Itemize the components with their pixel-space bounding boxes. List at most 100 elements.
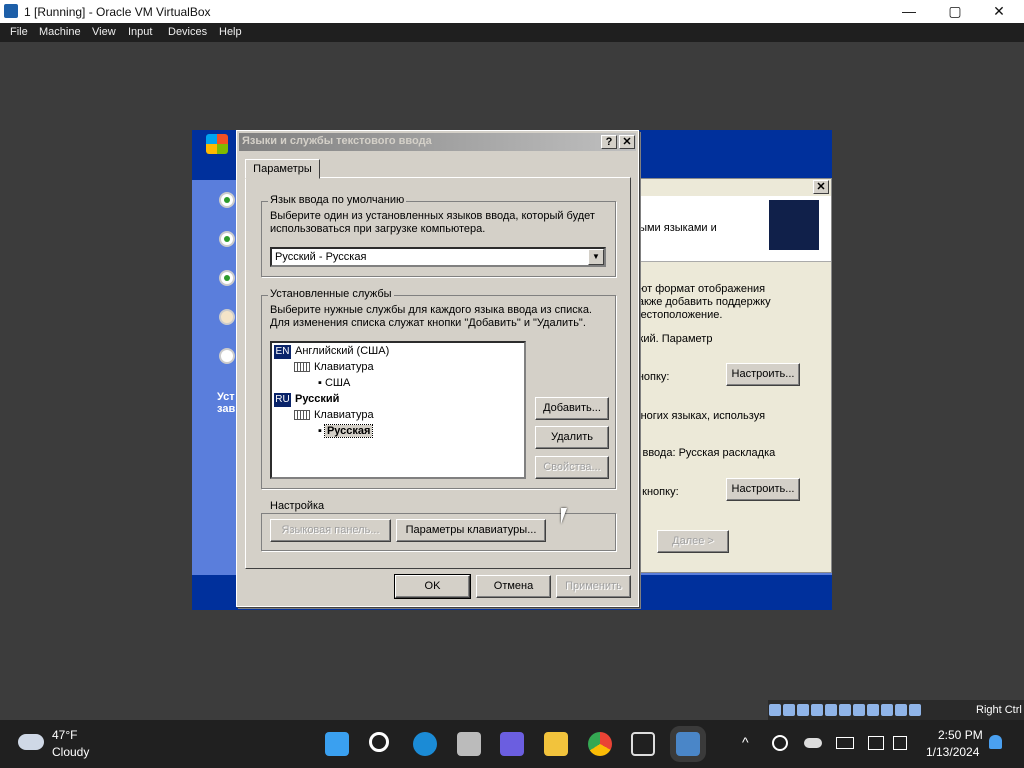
clock-date[interactable]: 1/13/2024 [926,745,979,759]
step-bullet-icon [219,231,235,247]
installed-services-desc: Выберите нужные службы для каждого языка… [270,304,592,316]
installed-services-label: Установленные службы [268,288,394,300]
keyboard-icon[interactable] [836,737,854,749]
menu-view[interactable]: View [92,26,116,38]
shared-folder-icon[interactable] [839,704,851,716]
minimize-button[interactable]: — [886,0,932,23]
weather-condition: Cloudy [52,745,90,759]
host-window-title: 1 [Running] - Oracle VM VirtualBox [24,5,211,19]
default-language-value: Русский - Русская [275,251,367,263]
tray-chevron-icon[interactable]: ^ [742,734,749,750]
onedrive-icon[interactable] [804,738,822,748]
settings-label: Настройка [268,500,327,512]
bg-text: д ввода: Русская раскладка [633,447,776,459]
host-key-label: Right Ctrl [976,704,1022,716]
menu-input[interactable]: Input [128,26,152,38]
bg-header-text: ными языками и [633,222,717,234]
bg-close-icon[interactable]: ✕ [813,180,829,194]
search-icon[interactable] [369,732,389,752]
dialog-titlebar: Языки и службы текстового ввода ? ✕ [239,133,636,151]
lang-ru-icon: RU [274,393,291,407]
file-explorer-icon[interactable] [544,732,568,756]
text-services-dialog: Языки и службы текстового ввода ? ✕ Пара… [236,130,639,607]
keyboard-icon [294,362,310,373]
notification-bell-icon[interactable] [989,735,1002,749]
windows-logo-icon [206,134,228,154]
bg-text: также добавить поддержку [633,296,771,308]
cpu-icon[interactable] [881,704,893,716]
properties-button[interactable]: Свойства... [535,456,609,479]
bg-dialog-header: ными языками и [633,196,831,262]
usb-icon[interactable] [825,704,837,716]
network-icon[interactable] [868,736,884,750]
chrome-icon[interactable] [588,732,612,756]
menu-help[interactable]: Help [219,26,242,38]
display-icon[interactable] [853,704,865,716]
vm-window-taskbar-icon[interactable] [676,732,700,756]
optical-icon[interactable] [783,704,795,716]
maximize-button[interactable]: ▢ [932,0,978,23]
configure-languages-button[interactable]: Настроить... [726,478,800,501]
tree-item-ru-layout[interactable]: ▪ Русская [318,424,374,438]
lang-en-icon: EN [274,345,291,359]
edge-icon[interactable] [413,732,437,756]
weather-temp: 47°F [52,728,78,742]
regional-options-dialog: ✕ ными языками и ают формат отображения … [632,178,832,573]
menu-file[interactable]: File [10,26,28,38]
installed-services-desc: Для изменения списка служат кнопки "Доба… [270,317,586,329]
audio-icon[interactable] [797,704,809,716]
virtualbox-taskbar-icon[interactable] [631,732,655,756]
tree-item-label: США [324,377,351,389]
chevron-down-icon[interactable]: ▼ [588,249,604,265]
tree-item-us-layout[interactable]: ▪ США [318,377,350,389]
tree-item-ru-keyboard[interactable]: Клавиатура [294,409,374,421]
tree-item-en-keyboard[interactable]: Клавиатура [294,361,374,373]
sync-icon[interactable] [772,735,788,751]
step-bullet-icon [219,270,235,286]
menu-machine[interactable]: Machine [39,26,81,38]
teams-icon[interactable] [500,732,524,756]
close-button[interactable]: ✕ [976,0,1022,23]
bg-text: многих языках, используя [633,410,766,422]
network-icon[interactable] [811,704,823,716]
tab-parameters[interactable]: Параметры [245,159,320,179]
keyboard-capture-icon[interactable] [909,704,921,716]
virtualbox-icon [4,4,18,18]
default-language-select[interactable]: Русский - Русская ▼ [270,247,606,267]
dialog-title: Языки и службы текстового ввода [242,135,432,147]
tree-item-english[interactable]: EN Английский (США) [274,345,389,359]
setup-side-text: зав [217,403,236,415]
bullet-icon: ▪ [318,377,325,389]
step-bullet-icon [219,309,235,325]
configure-regional-button[interactable]: Настроить... [726,363,800,386]
keyboard-settings-button[interactable]: Параметры клавиатуры... [396,519,546,542]
bg-text: ают формат отображения [633,283,766,295]
language-bar-button[interactable]: Языковая панель... [270,519,391,542]
weather-icon[interactable] [18,734,44,750]
mouse-integration-icon[interactable] [895,704,907,716]
step-bullet-icon [219,192,235,208]
next-button[interactable]: Далее > [657,530,729,553]
default-language-desc: Выберите один из установленных языков вв… [270,210,595,222]
help-button[interactable]: ? [601,135,617,149]
recording-icon[interactable] [867,704,879,716]
clock-time[interactable]: 2:50 PM [938,728,983,742]
task-view-icon[interactable] [457,732,481,756]
setup-side-text: Уст [217,391,235,403]
apply-button[interactable]: Применить [556,575,631,598]
remove-button[interactable]: Удалить [535,426,609,449]
tree-item-label: Русская [323,424,374,438]
taskbar: 47°F Cloudy ^ 2:50 PM 1/13/2024 [0,720,1024,768]
default-language-desc: использоваться при загрузке компьютера. [270,223,486,235]
services-tree[interactable]: EN Английский (США) Клавиатура ▪ США RU Ру… [270,341,526,479]
start-icon[interactable] [325,732,349,756]
dialog-close-button[interactable]: ✕ [619,135,635,149]
ok-button[interactable]: OK [394,574,471,599]
volume-muted-icon[interactable] [893,736,907,750]
menu-devices[interactable]: Devices [168,26,207,38]
cancel-button[interactable]: Отмена [476,575,551,598]
tree-item-russian[interactable]: RU Русский [274,393,339,407]
hdd-icon[interactable] [769,704,781,716]
add-button[interactable]: Добавить... [535,397,609,420]
tree-item-label: Клавиатура [314,361,374,373]
